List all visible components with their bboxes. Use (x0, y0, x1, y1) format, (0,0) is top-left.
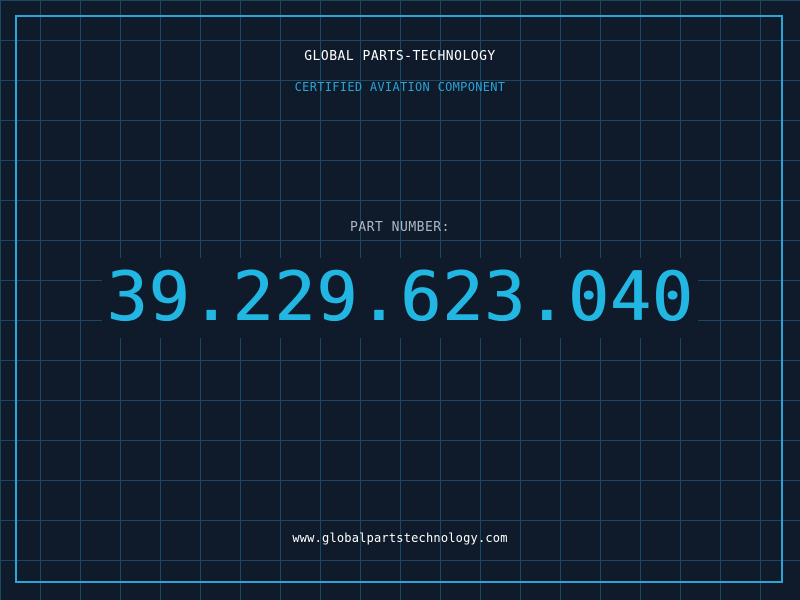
part-number-value: 39.229.623.040 (102, 258, 698, 338)
part-number-label: PART NUMBER: (350, 220, 450, 235)
company-name: GLOBAL PARTS-TECHNOLOGY (304, 49, 496, 64)
website-url: www.globalpartstechnology.com (292, 531, 508, 545)
certification-tagline: CERTIFIED AVIATION COMPONENT (294, 80, 506, 94)
label-card: GLOBAL PARTS-TECHNOLOGY CERTIFIED AVIATI… (0, 0, 800, 600)
part-number-container: 39.229.623.040 (0, 258, 800, 338)
